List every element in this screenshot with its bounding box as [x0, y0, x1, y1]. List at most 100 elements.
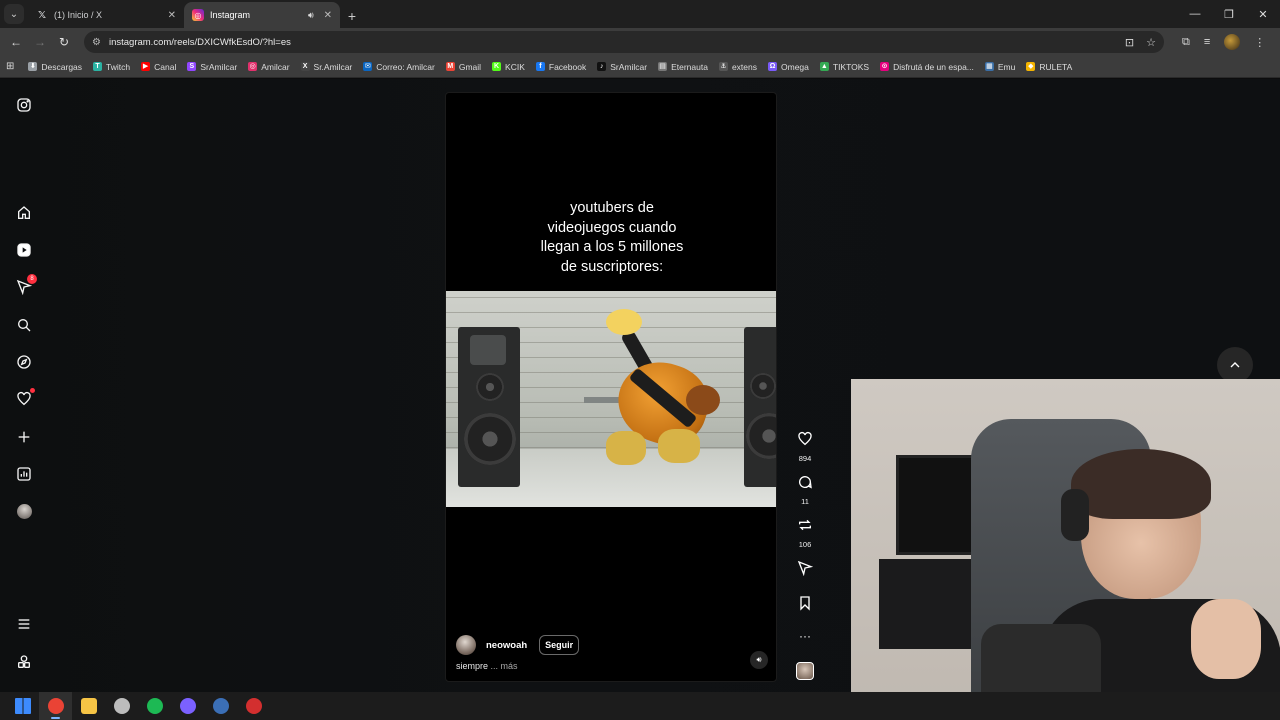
bookmark-item[interactable]: ▶ Canal	[141, 62, 176, 72]
home-icon[interactable]	[15, 204, 33, 222]
bookmark-item[interactable]: ◆ RULETA	[1026, 62, 1072, 72]
bookmark-item[interactable]: T Twitch	[93, 62, 130, 72]
bookmark-item[interactable]: M Gmail	[445, 62, 481, 72]
bookmark-favicon-icon: ⊙	[880, 62, 890, 71]
bookmark-favicon-icon: ♪	[597, 62, 607, 71]
bookmark-item[interactable]: ◎ Amilcar	[248, 61, 290, 72]
bookmark-item[interactable]: Ω Omega	[768, 62, 809, 72]
record-icon	[245, 698, 262, 714]
bookmark-favicon-icon: f	[535, 62, 545, 71]
bookmark-item[interactable]: ▦ Emu	[984, 62, 1015, 72]
caption-line: videojuegos cuando	[547, 219, 677, 236]
search-icon[interactable]	[15, 316, 33, 334]
description-text: siempre	[456, 661, 489, 671]
bookmark-favicon-icon: S	[187, 62, 197, 71]
explore-icon[interactable]	[15, 353, 33, 371]
site-info-icon[interactable]: ⚙	[92, 37, 101, 48]
taskbar-discord[interactable]	[171, 692, 204, 720]
bookmark-item[interactable]: X Sr.Amilcar	[300, 62, 352, 72]
install-app-icon[interactable]: ⊡	[1125, 36, 1134, 49]
bookmark-item[interactable]: ✉ Correo: Amilcar	[363, 62, 435, 72]
address-bar[interactable]: ⚙ instagram.com/reels/DXICWfkEsdO/?hl=es…	[84, 31, 1164, 53]
tab-x[interactable]: 𝕏 (1) Inicio / X ✕	[28, 2, 184, 28]
bookmark-item[interactable]: ▤ Eternauta	[658, 62, 708, 72]
bookmark-label: Disfrutá de un espa...	[893, 61, 974, 72]
start-icon	[14, 698, 31, 714]
reel-description: siempre ... más	[456, 661, 768, 671]
create-icon[interactable]	[15, 428, 33, 446]
author-avatar[interactable]	[456, 635, 476, 655]
notifications-icon[interactable]	[15, 388, 35, 408]
browser-toolbar: ← → ↻ ⚙ instagram.com/reels/DXICWfkEsdO/…	[0, 28, 1280, 56]
close-tab-icon[interactable]: ✕	[324, 10, 332, 21]
reload-icon[interactable]: ↻	[52, 35, 76, 49]
audio-thumbnail[interactable]	[796, 662, 814, 680]
previous-reel-button[interactable]	[1217, 347, 1253, 383]
forward-icon[interactable]: →	[28, 35, 52, 49]
more-link[interactable]: ... más	[491, 661, 518, 671]
more-options-icon[interactable]: ···	[790, 629, 820, 643]
discord-icon	[179, 698, 196, 714]
bookmark-favicon-icon: ▲	[819, 62, 829, 71]
restore-icon[interactable]: ❐	[1212, 8, 1246, 21]
share-button[interactable]	[790, 560, 820, 581]
tab-search-icon[interactable]: ⌄	[4, 4, 24, 24]
bookmark-icon	[800, 596, 810, 611]
bookmark-item[interactable]: ⚓ extens	[718, 61, 757, 72]
mute-toggle-icon[interactable]: 🔊︎	[750, 651, 768, 669]
bookmark-label: Amilcar	[261, 61, 290, 72]
like-button[interactable]: 894	[790, 431, 820, 463]
threads-icon[interactable]	[15, 653, 33, 671]
profile-avatar[interactable]	[1224, 34, 1241, 50]
bookmark-label: extens	[731, 61, 757, 72]
bookmark-item[interactable]: ▲ TIKTOKS	[819, 62, 869, 72]
save-button[interactable]	[790, 595, 820, 616]
reels-icon[interactable]	[15, 241, 33, 259]
taskbar-obs[interactable]	[105, 692, 138, 720]
close-tab-icon[interactable]: ✕	[168, 10, 176, 21]
steam-icon	[212, 698, 229, 714]
browser-menu-icon[interactable]: ⋮	[1254, 36, 1265, 49]
bookmark-item[interactable]: ⊙ Disfrutá de un espa...	[880, 62, 974, 72]
bookmark-label: Canal	[154, 61, 177, 72]
follow-button[interactable]: Seguir	[539, 635, 580, 655]
caption-line: youtubers de	[570, 200, 654, 216]
reel-player[interactable]: youtubers de videojuegos cuando llegan a…	[445, 92, 777, 682]
author-name[interactable]: neowoah	[486, 640, 527, 651]
direct-messages-icon[interactable]: 8	[15, 274, 37, 296]
bookmark-label: RULETA	[1039, 61, 1073, 72]
media-control-icon[interactable]: ≡	[1204, 36, 1210, 48]
tab-audio-icon[interactable]: 🔊︎	[308, 10, 314, 21]
file-explorer-icon	[80, 698, 97, 714]
profile-icon[interactable]	[15, 502, 33, 520]
window-controls: — ❐ ✕	[1178, 0, 1280, 28]
taskbar-spotify[interactable]	[138, 692, 171, 720]
reel-video-frame[interactable]	[446, 291, 776, 507]
bookmark-star-icon[interactable]: ☆	[1146, 36, 1156, 49]
comment-button[interactable]: 11	[790, 474, 820, 506]
bookmark-favicon-icon: Ω	[768, 62, 777, 71]
taskbar-start[interactable]	[6, 692, 39, 720]
bookmark-item[interactable]: f Facebook	[535, 62, 586, 72]
bookmark-item[interactable]: ⬇ Descargas	[28, 62, 82, 72]
minimize-icon[interactable]: —	[1178, 8, 1212, 20]
tab-instagram[interactable]: ◎ Instagram 🔊︎ ✕	[184, 2, 340, 28]
dashboard-icon[interactable]	[15, 465, 33, 483]
taskbar-file-explorer[interactable]	[72, 692, 105, 720]
repost-button[interactable]: 106	[790, 517, 820, 549]
instagram-logo-icon[interactable]	[15, 96, 33, 114]
webcam-overlay	[851, 379, 1280, 720]
taskbar-chrome[interactable]	[39, 692, 72, 720]
taskbar-steam[interactable]	[204, 692, 237, 720]
more-menu-icon[interactable]	[15, 615, 33, 633]
apps-grid-icon[interactable]: ⊞	[6, 61, 14, 72]
new-tab-button[interactable]: +	[340, 8, 364, 24]
bookmark-item[interactable]: K KCIK	[492, 62, 525, 72]
messages-badge: 8	[27, 274, 37, 284]
bookmark-item[interactable]: ♪ SrAmilcar	[597, 62, 647, 72]
extensions-icon[interactable]: ⧉	[1182, 36, 1190, 49]
taskbar-record[interactable]	[237, 692, 270, 720]
close-window-icon[interactable]: ✕	[1246, 8, 1280, 21]
back-icon[interactable]: ←	[4, 35, 28, 49]
bookmark-item[interactable]: S SrAmilcar	[187, 62, 237, 72]
